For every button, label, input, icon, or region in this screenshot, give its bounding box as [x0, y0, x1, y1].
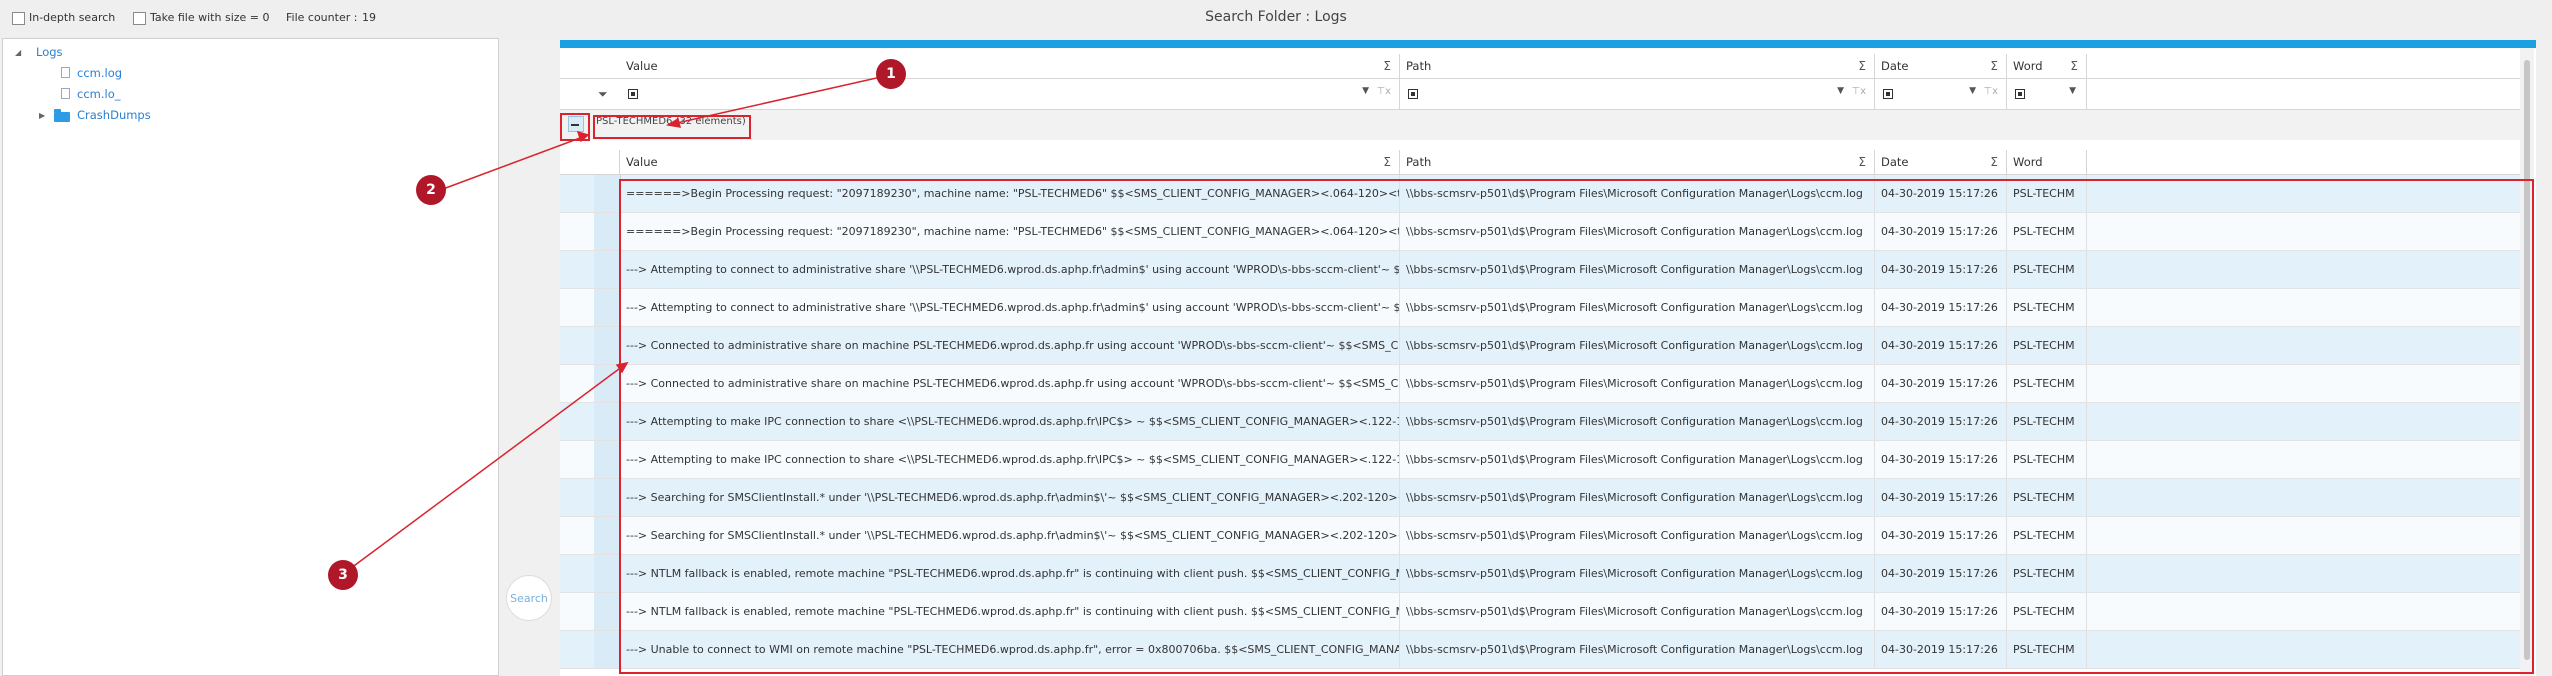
annotation-box-group: [593, 115, 751, 139]
callout-3: 3: [328, 560, 358, 590]
annotation-box-collapse: [560, 113, 590, 141]
annotation-arrow-3: [342, 362, 628, 575]
callout-1: 1: [876, 59, 906, 89]
callout-2: 2: [416, 175, 446, 205]
annotation-arrow-2: [442, 134, 589, 190]
annotation-box-rows: [619, 179, 2534, 674]
